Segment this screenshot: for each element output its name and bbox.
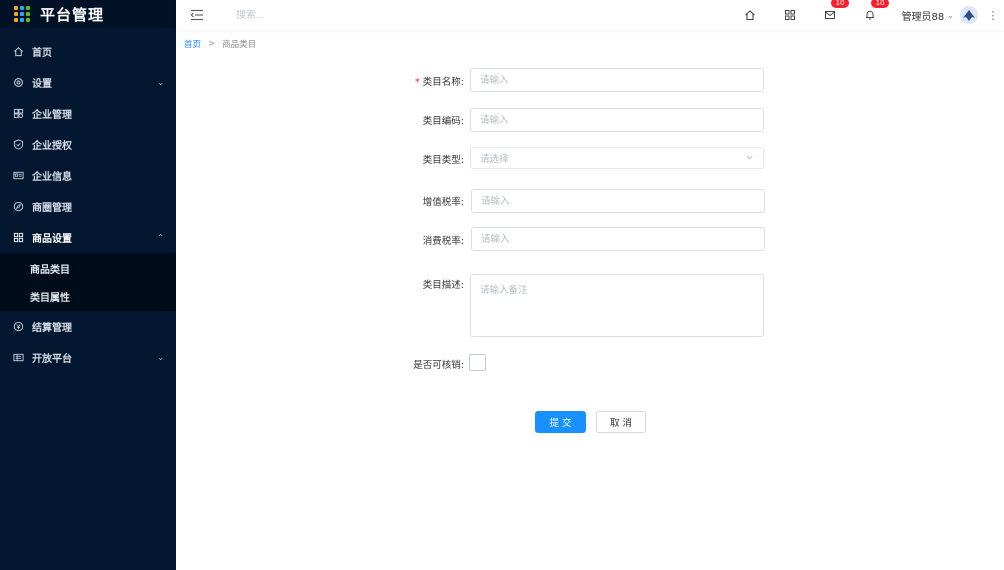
- sidebar-item-label: 商品设置: [32, 234, 72, 245]
- category-type-placeholder: 请选择: [480, 154, 509, 165]
- settings-icon: [12, 77, 24, 89]
- logo-dot: [26, 18, 30, 22]
- category-code-input[interactable]: [470, 108, 764, 132]
- product-settings-submenu: 商品类目 类目属性: [0, 253, 176, 311]
- logo-dot: [26, 12, 30, 16]
- sidebar-item-enterprise-info[interactable]: 企业信息: [0, 160, 176, 191]
- logo-grid-icon: [14, 6, 30, 22]
- sidebar-menu: 首页 设置 ⌄ 企业管理 企业授权 企业信息 商圈管理 商品设置 ⌃ 商品类目 …: [0, 36, 176, 373]
- chevron-down-icon: [745, 153, 754, 165]
- sidebar-item-label: 商圈管理: [32, 203, 72, 214]
- apps-grid-icon[interactable]: [770, 0, 810, 30]
- required-mark: *: [415, 77, 420, 88]
- cancel-button[interactable]: 取消: [596, 411, 646, 433]
- user-menu[interactable]: 管理员88 ⌄: [902, 6, 978, 24]
- sidebar-item-label: 企业信息: [32, 172, 72, 183]
- sidebar-item-home[interactable]: 首页: [0, 36, 176, 67]
- home-icon: [12, 46, 24, 58]
- id-card-icon: [12, 170, 24, 182]
- category-type-label: 类目类型:: [422, 155, 464, 166]
- sidebar-item-label: 开放平台: [32, 354, 72, 365]
- sidebar-item-open-platform[interactable]: 开放平台 ⌄: [0, 342, 176, 373]
- breadcrumb: 首页 > 商品类目: [184, 38, 256, 50]
- category-description-textarea[interactable]: [470, 274, 764, 337]
- logo-dot: [20, 12, 24, 16]
- sidebar-item-product-settings[interactable]: 商品设置 ⌃: [0, 222, 176, 253]
- sidebar-item-settlement[interactable]: 结算管理: [0, 311, 176, 342]
- notification-badge: 10: [870, 0, 890, 8]
- sidebar-item-label: 首页: [32, 48, 52, 59]
- sidebar-subitem-category-attributes[interactable]: 类目属性: [0, 282, 176, 310]
- home-icon[interactable]: [730, 0, 770, 30]
- sidebar-item-settings[interactable]: 设置 ⌄: [0, 67, 176, 98]
- mail-icon[interactable]: 10: [810, 0, 850, 30]
- avatar: [960, 6, 978, 24]
- logo-dot: [26, 6, 30, 10]
- shield-icon: [12, 139, 24, 151]
- sidebar-item-label: 结算管理: [32, 323, 72, 334]
- consumption-tax-input[interactable]: [471, 227, 765, 251]
- sidebar-item-business-district[interactable]: 商圈管理: [0, 191, 176, 222]
- logo-dot: [14, 6, 18, 10]
- logo-dot: [20, 6, 24, 10]
- logo-dot: [20, 18, 24, 22]
- chevron-up-icon: ⌃: [157, 233, 164, 242]
- search-input[interactable]: [236, 9, 356, 21]
- breadcrumb-home-link[interactable]: 首页: [184, 38, 201, 50]
- logo[interactable]: 平台管理: [0, 0, 176, 28]
- chevron-down-icon: ⌄: [947, 10, 954, 20]
- category-name-label: * 类目名称:: [380, 74, 464, 88]
- chevron-down-icon: ⌄: [157, 78, 164, 87]
- sidebar-subitem-product-category[interactable]: 商品类目: [0, 254, 176, 282]
- logo-dot: [14, 18, 18, 22]
- compass-icon: [12, 201, 24, 213]
- menu-collapse-icon[interactable]: [190, 8, 206, 22]
- category-name-label-text: 类目名称:: [422, 77, 464, 88]
- sidebar: 平台管理 首页 设置 ⌄ 企业管理 企业授权 企业信息 商圈管理 商品设置 ⌃ …: [0, 0, 176, 570]
- vat-rate-label: 增值税率:: [422, 197, 464, 208]
- category-code-label: 类目编码:: [422, 116, 464, 127]
- breadcrumb-current: 商品类目: [222, 40, 257, 50]
- chevron-down-icon: ⌄: [157, 353, 164, 362]
- category-description-label: 类目描述:: [422, 280, 464, 291]
- sidebar-item-label: 企业管理: [32, 110, 72, 121]
- vat-rate-input[interactable]: [471, 189, 765, 213]
- grid-icon: [12, 232, 24, 244]
- verifiable-checkbox[interactable]: [469, 354, 486, 371]
- header-actions: 10 10 管理员88 ⌄ ⋮: [730, 0, 1004, 30]
- app-title: 平台管理: [40, 5, 105, 24]
- category-type-select[interactable]: 请选择: [470, 147, 764, 169]
- logo-dot: [14, 12, 18, 16]
- bell-icon[interactable]: 10: [850, 0, 890, 30]
- sidebar-item-enterprise-authorization[interactable]: 企业授权: [0, 129, 176, 160]
- consumption-tax-label: 消费税率:: [422, 236, 464, 247]
- platform-icon: [12, 352, 24, 364]
- enterprise-icon: [12, 108, 24, 120]
- more-vertical-icon[interactable]: ⋮: [982, 9, 1004, 22]
- category-name-input[interactable]: [470, 68, 764, 92]
- user-name: 管理员88: [901, 11, 945, 23]
- settlement-icon: [12, 321, 24, 333]
- verifiable-label: 是否可核销:: [413, 360, 464, 371]
- sidebar-item-enterprise-management[interactable]: 企业管理: [0, 98, 176, 129]
- mail-badge: 10: [830, 0, 850, 8]
- sidebar-item-label: 设置: [32, 79, 52, 90]
- submit-button[interactable]: 提交: [535, 411, 586, 433]
- breadcrumb-separator: >: [208, 39, 216, 49]
- sidebar-item-label: 企业授权: [32, 141, 72, 152]
- top-header: 10 10 管理员88 ⌄ ⋮: [176, 0, 1004, 30]
